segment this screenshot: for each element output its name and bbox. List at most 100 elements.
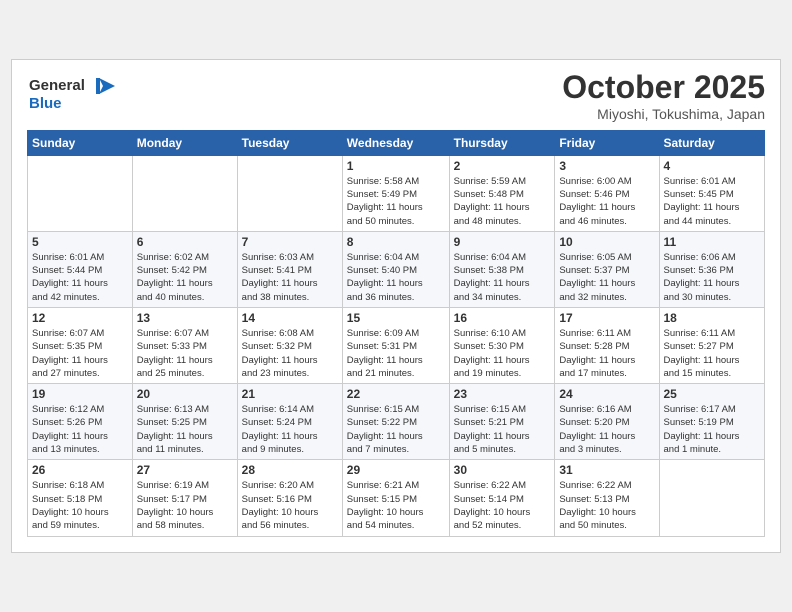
- day-cell: 1Sunrise: 5:58 AMSunset: 5:49 PMDaylight…: [342, 155, 449, 231]
- sunrise-text: Sunrise: 5:59 AM: [454, 176, 526, 187]
- sunrise-text: Sunrise: 6:10 AM: [454, 328, 526, 339]
- day-cell: 15Sunrise: 6:09 AMSunset: 5:31 PMDayligh…: [342, 308, 449, 384]
- day-number: 9: [454, 235, 551, 249]
- daylight-text: and 38 minutes.: [242, 292, 310, 303]
- weekday-header-monday: Monday: [132, 130, 237, 155]
- daylight-text: Daylight: 11 hours: [32, 431, 108, 442]
- day-cell: 16Sunrise: 6:10 AMSunset: 5:30 PMDayligh…: [449, 308, 555, 384]
- day-info: Sunrise: 6:10 AM Sunset: 5:30 PM Daylight:…: [454, 327, 551, 380]
- sunset-text: Sunset: 5:33 PM: [137, 341, 207, 352]
- daylight-text: Daylight: 11 hours: [664, 355, 740, 366]
- daylight-text: Daylight: 10 hours: [347, 507, 424, 518]
- header-area: General Blue October 2025 Miyoshi, Tokus…: [27, 70, 765, 121]
- sunrise-text: Sunrise: 6:00 AM: [559, 176, 631, 187]
- day-cell: 17 Sunrise: 6:11 AMSunset: 5:28 PMDayligh…: [555, 308, 659, 384]
- weekday-header-sunday: Sunday: [28, 130, 133, 155]
- sunrise-text: Sunrise: 6:11 AM: [559, 328, 631, 339]
- daylight-text: and 30 minutes.: [664, 292, 732, 303]
- weekday-header-wednesday: Wednesday: [342, 130, 449, 155]
- day-cell: 31Sunrise: 6:22 AMSunset: 5:13 PMDayligh…: [555, 460, 659, 536]
- daylight-text: and 5 minutes.: [454, 444, 516, 455]
- daylight-text: Daylight: 11 hours: [664, 431, 740, 442]
- day-cell: [659, 460, 765, 536]
- daylight-text: and 23 minutes.: [242, 368, 310, 379]
- sunset-text: Sunset: 5:21 PM: [454, 417, 524, 428]
- daylight-text: Daylight: 10 hours: [32, 507, 109, 518]
- sunset-text: Sunset: 5:46 PM: [559, 189, 629, 200]
- day-number: 14: [242, 311, 338, 325]
- day-info: Sunrise: 6:16 AMSunset: 5:20 PMDaylight:…: [559, 403, 654, 456]
- sunset-text: Sunset: 5:16 PM: [242, 494, 312, 505]
- sunset-text: Sunset: 5:40 PM: [347, 265, 417, 276]
- day-cell: 30Sunrise: 6:22 AMSunset: 5:14 PMDayligh…: [449, 460, 555, 536]
- day-info: Sunrise: 6:00 AM Sunset: 5:46 PM Daylight:…: [559, 175, 654, 228]
- sunset-text: Sunset: 5:19 PM: [664, 417, 734, 428]
- svg-text:General: General: [29, 77, 85, 94]
- day-cell: 20Sunrise: 6:13 AMSunset: 5:25 PMDayligh…: [132, 384, 237, 460]
- daylight-text: Daylight: 11 hours: [559, 355, 635, 366]
- daylight-text: Daylight: 11 hours: [664, 278, 740, 289]
- sunrise-text: Sunrise: 6:21 AM: [347, 480, 419, 491]
- daylight-text: and 13 minutes.: [32, 444, 100, 455]
- sunrise-text: Sunrise: 6:01 AM: [32, 252, 104, 263]
- sunset-text: Sunset: 5:15 PM: [347, 494, 417, 505]
- day-cell: 23Sunrise: 6:15 AMSunset: 5:21 PMDayligh…: [449, 384, 555, 460]
- day-info: Sunrise: 6:01 AMSunset: 5:45 PMDaylight:…: [664, 175, 761, 228]
- day-cell: 6Sunrise: 6:02 AMSunset: 5:42 PMDaylight…: [132, 231, 237, 307]
- sunset-text: Sunset: 5:20 PM: [559, 417, 629, 428]
- day-number: 21: [242, 387, 338, 401]
- sunrise-text: Sunrise: 5:58 AM: [347, 176, 419, 187]
- sunrise-text: Sunrise: 6:06 AM: [664, 252, 736, 263]
- daylight-text: and 42 minutes.: [32, 292, 100, 303]
- sunset-text: Sunset: 5:32 PM: [242, 341, 312, 352]
- daylight-text: and 25 minutes.: [137, 368, 205, 379]
- sunset-text: Sunset: 5:14 PM: [454, 494, 524, 505]
- daylight-text: Daylight: 11 hours: [454, 355, 530, 366]
- daylight-text: and 1 minute.: [664, 444, 722, 455]
- day-info: Sunrise: 6:20 AMSunset: 5:16 PMDaylight:…: [242, 479, 338, 532]
- week-row-1: 1Sunrise: 5:58 AMSunset: 5:49 PMDaylight…: [28, 155, 765, 231]
- day-number: 19: [32, 387, 128, 401]
- day-cell: 28Sunrise: 6:20 AMSunset: 5:16 PMDayligh…: [237, 460, 342, 536]
- logo: General Blue: [27, 70, 122, 120]
- day-cell: 24Sunrise: 6:16 AMSunset: 5:20 PMDayligh…: [555, 384, 659, 460]
- day-cell: [237, 155, 342, 231]
- sunrise-text: Sunrise: 6:22 AM: [559, 480, 631, 491]
- sunrise-text: Sunrise: 6:02 AM: [137, 252, 209, 263]
- daylight-text: and 36 minutes.: [347, 292, 415, 303]
- day-cell: 22Sunrise: 6:15 AMSunset: 5:22 PMDayligh…: [342, 384, 449, 460]
- day-cell: 26Sunrise: 6:18 AMSunset: 5:18 PMDayligh…: [28, 460, 133, 536]
- daylight-text: and 32 minutes.: [559, 292, 627, 303]
- day-cell: 7Sunrise: 6:03 AMSunset: 5:41 PMDaylight…: [237, 231, 342, 307]
- sunrise-text: Sunrise: 6:04 AM: [454, 252, 526, 263]
- day-cell: 21Sunrise: 6:14 AMSunset: 5:24 PMDayligh…: [237, 384, 342, 460]
- day-info: Sunrise: 6:03 AMSunset: 5:41 PMDaylight:…: [242, 251, 338, 304]
- daylight-text: and 11 minutes.: [137, 444, 204, 455]
- day-info: Sunrise: 6:09 AMSunset: 5:31 PMDaylight:…: [347, 327, 445, 380]
- daylight-text: Daylight: 11 hours: [559, 202, 635, 213]
- week-row-3: 12Sunrise: 6:07 AMSunset: 5:35 PMDayligh…: [28, 308, 765, 384]
- daylight-text: and 40 minutes.: [137, 292, 205, 303]
- sunrise-text: Sunrise: 6:14 AM: [242, 404, 314, 415]
- day-cell: 4Sunrise: 6:01 AMSunset: 5:45 PMDaylight…: [659, 155, 765, 231]
- day-cell: 29Sunrise: 6:21 AMSunset: 5:15 PMDayligh…: [342, 460, 449, 536]
- day-info: Sunrise: 6:04 AMSunset: 5:40 PMDaylight:…: [347, 251, 445, 304]
- daylight-text: Daylight: 10 hours: [454, 507, 531, 518]
- day-number: 17: [559, 311, 654, 325]
- day-info: Sunrise: 6:06 AM Sunset: 5:36 PM Daylight:…: [664, 251, 761, 304]
- location-title: Miyoshi, Tokushima, Japan: [562, 106, 765, 122]
- svg-text:Blue: Blue: [29, 95, 62, 112]
- day-info: Sunrise: 6:11 AMSunset: 5:27 PMDaylight:…: [664, 327, 761, 380]
- sunset-text: Sunset: 5:44 PM: [32, 265, 102, 276]
- day-cell: 18Sunrise: 6:11 AMSunset: 5:27 PMDayligh…: [659, 308, 765, 384]
- sunset-text: Sunset: 5:30 PM: [454, 341, 524, 352]
- sunset-text: Sunset: 5:31 PM: [347, 341, 417, 352]
- week-row-5: 26Sunrise: 6:18 AMSunset: 5:18 PMDayligh…: [28, 460, 765, 536]
- weekday-header-thursday: Thursday: [449, 130, 555, 155]
- day-info: Sunrise: 6:04 AMSunset: 5:38 PMDaylight:…: [454, 251, 551, 304]
- sunset-text: Sunset: 5:26 PM: [32, 417, 102, 428]
- daylight-text: and 50 minutes.: [559, 520, 627, 531]
- day-info: Sunrise: 6:11 AMSunset: 5:28 PMDaylight:…: [559, 327, 654, 380]
- daylight-text: and 56 minutes.: [242, 520, 310, 531]
- sunset-text: Sunset: 5:36 PM: [664, 265, 734, 276]
